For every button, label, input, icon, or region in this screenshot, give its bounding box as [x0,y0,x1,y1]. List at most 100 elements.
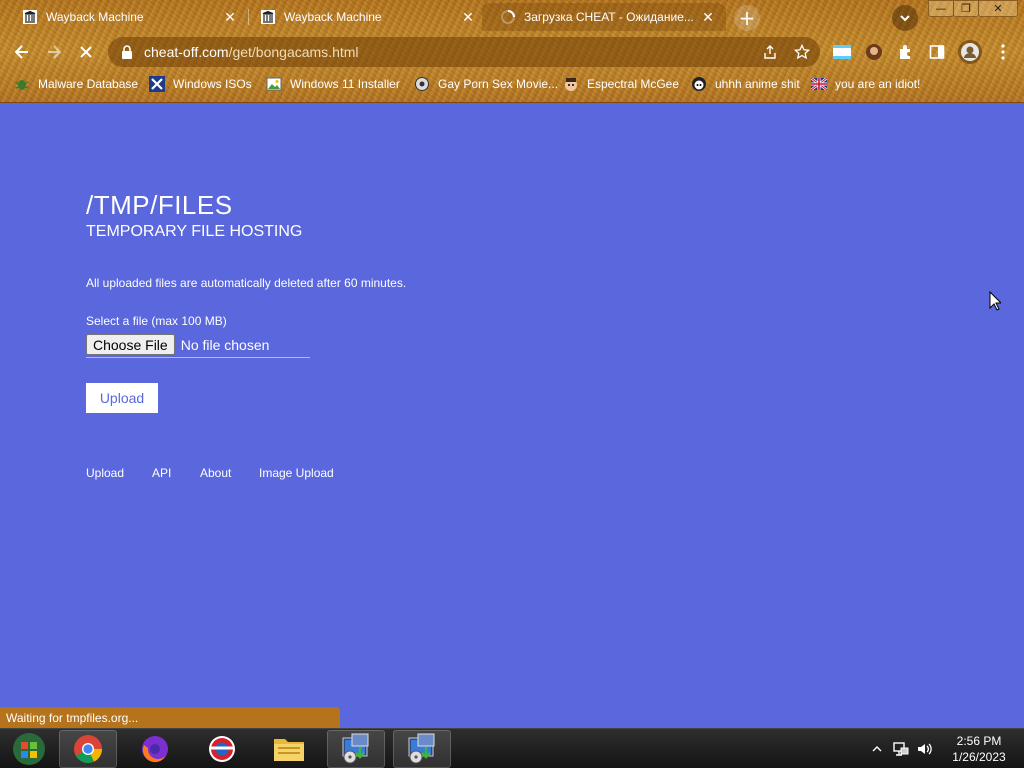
close-icon[interactable]: ✕ [460,9,476,25]
image-icon [266,76,282,92]
tab-title: Wayback Machine [46,10,144,24]
taskbar-file-explorer[interactable] [260,730,318,768]
lock-icon [120,45,134,59]
footer-link-image-upload[interactable]: Image Upload [259,466,334,480]
upload-button[interactable]: Upload [86,383,158,413]
taskbar-opera[interactable] [193,730,251,768]
restore-icon: ❐ [961,2,971,15]
close-icon[interactable]: ✕ [222,9,238,25]
side-panel-icon[interactable] [927,42,947,62]
profile-avatar-icon[interactable] [958,40,982,64]
file-input[interactable]: Choose File No file chosen [86,332,310,358]
extension-flag-icon[interactable] [832,42,852,62]
tab-wayback-2[interactable]: Wayback Machine ✕ [242,3,482,31]
close-icon[interactable]: ✕ [700,9,716,25]
status-bubble: Waiting for tmpfiles.org... [0,707,340,728]
menu-kebab-icon[interactable] [993,42,1013,62]
clock[interactable]: 2:56 PM 1/26/2023 [940,733,1018,765]
archive-icon [22,9,38,25]
close-icon [80,46,92,58]
bookmark-label: Malware Database [38,77,139,91]
file-status-text: No file chosen [180,336,270,353]
page-subtitle: TEMPORARY FILE HOSTING [86,223,303,240]
extensions-puzzle-icon[interactable] [896,42,916,62]
taskbar: 2:56 PM 1/26/2023 [0,728,1024,768]
bookmark-you-are-an-idiot[interactable]: you are an idiot! [811,74,920,94]
chevron-down-icon [900,15,910,22]
restore-button[interactable]: ❐ [953,0,979,17]
bookmark-label: you are an idiot! [835,77,921,91]
mouse-cursor-icon [989,291,1001,311]
new-tab-button[interactable]: + [734,5,760,31]
folder-icon [274,739,304,761]
extension-avatar-icon[interactable] [864,42,884,62]
network-tray-icon[interactable] [891,729,911,768]
forward-button[interactable] [41,39,67,65]
tray-expand-button[interactable] [870,729,884,768]
footer-link-upload[interactable]: Upload [86,466,124,480]
address-bar[interactable]: cheat-off.com/get/bongacams.html [108,37,820,67]
bookmark-label: uhhh anime shit [715,77,800,91]
bookmark-gay-porn-sex-movie[interactable]: Gay Porn Sex Movie... [414,74,558,94]
close-icon: ✕ [993,2,1003,15]
anime-icon [691,76,707,92]
tab-wayback-1[interactable]: Wayback Machine ✕ [4,3,244,31]
taskbar-chrome[interactable] [59,730,117,768]
chrome-icon [74,735,102,763]
url-host: cheat-off.com [144,44,229,60]
page-title: /TMP/FILES [86,190,233,220]
volume-tray-icon[interactable] [915,729,935,768]
gear-icon [414,76,430,92]
start-orb-icon [13,733,45,765]
plus-icon: + [738,6,756,30]
installer-icon [342,733,369,764]
browser-chrome: Wayback Machine ✕ Wayback Machine ✕ Загр… [0,0,1024,103]
firefox-icon [142,736,168,763]
taskbar-installer-2[interactable] [393,730,451,768]
installer-icon [408,733,435,764]
footer-link-api[interactable]: API [152,466,171,480]
bookmark-windows-isos[interactable]: Windows ISOs [149,74,252,94]
url-path: /get/bongacams.html [228,44,359,60]
archive-icon [260,9,276,25]
tab-title: Wayback Machine [284,10,382,24]
share-icon[interactable] [762,44,778,60]
bookmark-windows-11-installer[interactable]: Windows 11 Installer [266,74,400,94]
taskbar-installer-1[interactable] [327,730,385,768]
bookmark-label: Gay Porn Sex Movie... [438,77,559,91]
taskbar-firefox[interactable] [126,730,184,768]
loading-icon [500,9,516,25]
url-text: cheat-off.com/get/bongacams.html [144,44,359,60]
face-icon [563,76,579,92]
x-icon [149,76,165,92]
opera-icon [209,736,235,762]
tab-cheat-loading[interactable]: Загрузка CHEAT - Ожидание... ✕ [482,3,726,31]
flag-icon [811,76,827,92]
bookmark-espectral-mcgee[interactable]: Espectral McGee [563,74,679,94]
tab-title: Загрузка CHEAT - Ожидание... [524,10,694,24]
minimize-icon: — [935,2,947,15]
back-arrow-icon [14,45,28,59]
bookmark-malware-database[interactable]: Malware Database [14,74,138,94]
bookmark-star-icon[interactable] [794,44,810,60]
back-button[interactable] [9,39,35,65]
bookmark-label: Espectral McGee [587,77,680,91]
minimize-button[interactable]: — [928,0,954,17]
bookmark-label: Windows ISOs [173,77,252,91]
stop-loading-button[interactable] [73,39,99,65]
chevron-up-icon [872,746,882,752]
tab-search-button[interactable] [892,5,918,31]
speaker-icon [918,743,932,755]
clock-time: 2:56 PM [956,734,1002,748]
file-input-label: Select a file (max 100 MB) [86,314,227,328]
forward-arrow-icon [48,45,62,59]
retention-notice: All uploaded files are automatically del… [86,276,407,290]
clock-date: 1/26/2023 [952,750,1006,764]
footer-link-about[interactable]: About [200,466,231,480]
close-window-button[interactable]: ✕ [978,0,1018,17]
start-button[interactable] [0,730,58,768]
network-icon [893,742,909,756]
bug-icon [14,76,30,92]
bookmark-uhhh-anime-shit[interactable]: uhhh anime shit [691,74,800,94]
choose-file-button[interactable]: Choose File [86,334,175,355]
